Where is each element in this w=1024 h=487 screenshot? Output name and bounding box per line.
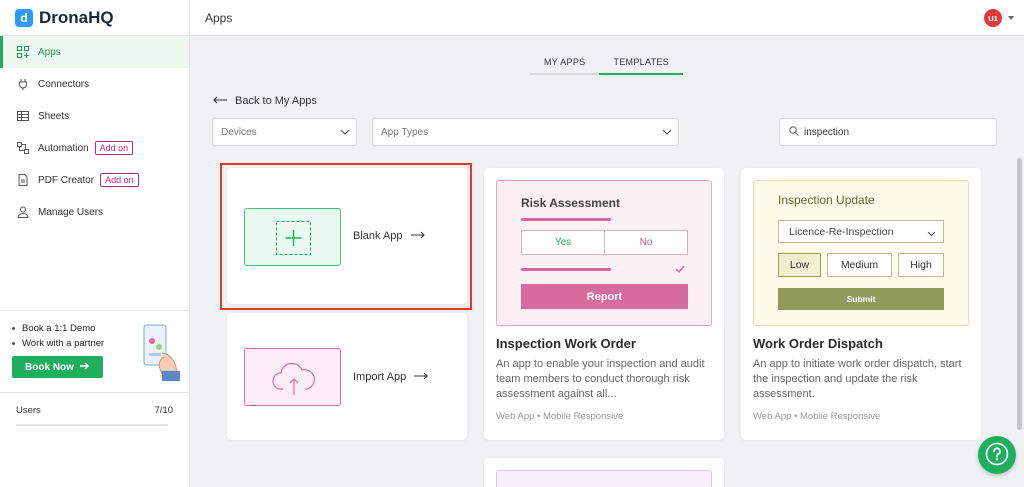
promo-text: Work with a partner xyxy=(22,338,105,349)
sidebar-item-label: Manage Users xyxy=(38,206,104,218)
chevron-down-icon xyxy=(340,128,350,139)
import-app-label: Import App xyxy=(353,371,407,383)
addon-badge[interactable]: Add on xyxy=(94,141,134,155)
selection-highlight xyxy=(220,163,472,310)
preview-yes-no: Yes No xyxy=(521,230,688,255)
plug-icon xyxy=(16,77,30,91)
book-now-button[interactable]: Book Now xyxy=(12,356,103,378)
sidebar-item-label: Apps xyxy=(38,46,61,58)
promo-text: Book a 1:1 Demo xyxy=(22,323,96,334)
preview-report-button: Report xyxy=(521,284,688,309)
preview-high: High xyxy=(898,253,944,277)
app-types-select[interactable]: App Types xyxy=(372,118,679,146)
topbar: Apps U1 xyxy=(190,0,1024,36)
tab-templates[interactable]: TEMPLATES xyxy=(599,53,683,75)
search-input[interactable] xyxy=(804,126,984,138)
preview-medium: Medium xyxy=(827,253,892,277)
question-mark-icon xyxy=(985,442,1009,469)
dronahq-logo-icon: d xyxy=(15,8,33,27)
book-now-label: Book Now xyxy=(25,361,74,373)
sidebar-item-sheets[interactable]: Sheets xyxy=(0,100,189,132)
devices-select[interactable]: Devices xyxy=(212,118,357,146)
search-box[interactable] xyxy=(779,118,997,146)
template-title: Work Order Dispatch xyxy=(753,336,883,351)
users-row: Users 7/10 xyxy=(16,405,173,416)
chevron-down-icon xyxy=(927,228,936,240)
template-card-work-order-dispatch[interactable]: Inspection Update Licence-Re-Inspection … xyxy=(741,168,981,440)
preview-submit-button: Submit xyxy=(778,288,944,310)
sidebar-item-automation[interactable]: Automation Add on xyxy=(0,132,189,164)
help-button[interactable] xyxy=(978,436,1016,474)
logo[interactable]: d DronaHQ xyxy=(0,0,189,36)
avatar[interactable]: U1 xyxy=(984,9,1002,27)
sidebar: d DronaHQ Apps Connectors Sheets Automat… xyxy=(0,0,190,487)
devices-select-label: Devices xyxy=(221,126,257,138)
sidebar-item-manage-users[interactable]: Manage Users xyxy=(0,196,189,228)
sidebar-item-label: Automation xyxy=(38,142,89,154)
caret-down-icon[interactable] xyxy=(1008,16,1014,20)
automation-icon xyxy=(16,141,30,155)
page-title: Apps xyxy=(205,10,233,25)
preview-no: No xyxy=(639,237,653,248)
pdf-icon xyxy=(16,173,30,187)
arrow-right-icon xyxy=(414,371,428,383)
apps-grid-icon xyxy=(16,45,30,59)
check-icon xyxy=(675,264,685,276)
brand-name: DronaHQ xyxy=(39,7,114,27)
bullet-dot xyxy=(12,342,15,345)
preview-bar xyxy=(521,218,611,221)
preview-heading: Risk Assessment xyxy=(521,196,620,210)
addon-badge[interactable]: Add on xyxy=(100,173,139,187)
table-icon xyxy=(16,109,30,123)
preview-heading: Inspection Update xyxy=(778,193,875,207)
template-description: An app to enable your inspection and aud… xyxy=(496,358,705,400)
search-icon xyxy=(789,125,799,139)
phone-illustration-icon xyxy=(140,323,182,385)
arrow-left-icon xyxy=(213,95,227,107)
inspection-update-preview: Inspection Update Licence-Re-Inspection … xyxy=(753,180,969,326)
preview-select: Licence-Re-Inspection xyxy=(778,220,944,243)
sidebar-item-label: PDF Creator xyxy=(38,174,95,186)
template-preview-partial xyxy=(496,470,712,487)
preview-select-value: Licence-Re-Inspection xyxy=(789,225,894,238)
preview-yes: Yes xyxy=(522,231,605,254)
chevron-down-icon xyxy=(662,128,672,139)
users-label: Users xyxy=(16,405,41,416)
demo-promo: Book a 1:1 Demo Work with a partner Book… xyxy=(0,310,189,392)
preview-low: Low xyxy=(778,253,821,277)
template-meta: Web App • Mobile Responsive xyxy=(753,411,881,422)
sidebar-item-label: Sheets xyxy=(38,110,70,122)
cloud-upload-icon xyxy=(271,359,317,400)
template-description: An app to initiate work order dispatch, … xyxy=(753,358,962,400)
tab-my-apps[interactable]: MY APPS xyxy=(530,53,600,75)
sidebar-item-apps[interactable]: Apps xyxy=(0,36,189,68)
import-app-preview xyxy=(244,348,341,406)
risk-assessment-preview: Risk Assessment Yes No Report xyxy=(496,180,712,326)
sidebar-item-label: Connectors xyxy=(38,78,90,90)
tabs: MY APPS TEMPLATES xyxy=(530,53,683,75)
user-icon xyxy=(16,205,30,219)
arrow-right-icon xyxy=(79,361,90,373)
template-card-inspection-work-order[interactable]: Risk Assessment Yes No Report Inspection… xyxy=(484,168,724,440)
bullet-dot xyxy=(12,327,15,330)
back-to-my-apps-link[interactable]: Back to My Apps xyxy=(213,95,317,107)
app-types-select-label: App Types xyxy=(381,126,429,138)
sidebar-item-connectors[interactable]: Connectors xyxy=(0,68,189,100)
import-app-label-row: Import App xyxy=(353,371,428,383)
template-meta: Web App • Mobile Responsive xyxy=(496,411,624,422)
template-card-partial[interactable] xyxy=(484,458,724,487)
preview-bar xyxy=(521,268,611,271)
back-link-label: Back to My Apps xyxy=(235,95,317,107)
scrollbar-thumb[interactable] xyxy=(1017,158,1022,430)
template-title: Inspection Work Order xyxy=(496,336,636,351)
users-usage: Users 7/10 xyxy=(0,392,189,438)
sidebar-item-pdf-creator[interactable]: PDF Creator Add on xyxy=(0,164,189,196)
users-count: 7/10 xyxy=(154,405,174,416)
users-progress-bar xyxy=(16,424,168,426)
import-app-card[interactable]: Import App xyxy=(227,313,467,440)
